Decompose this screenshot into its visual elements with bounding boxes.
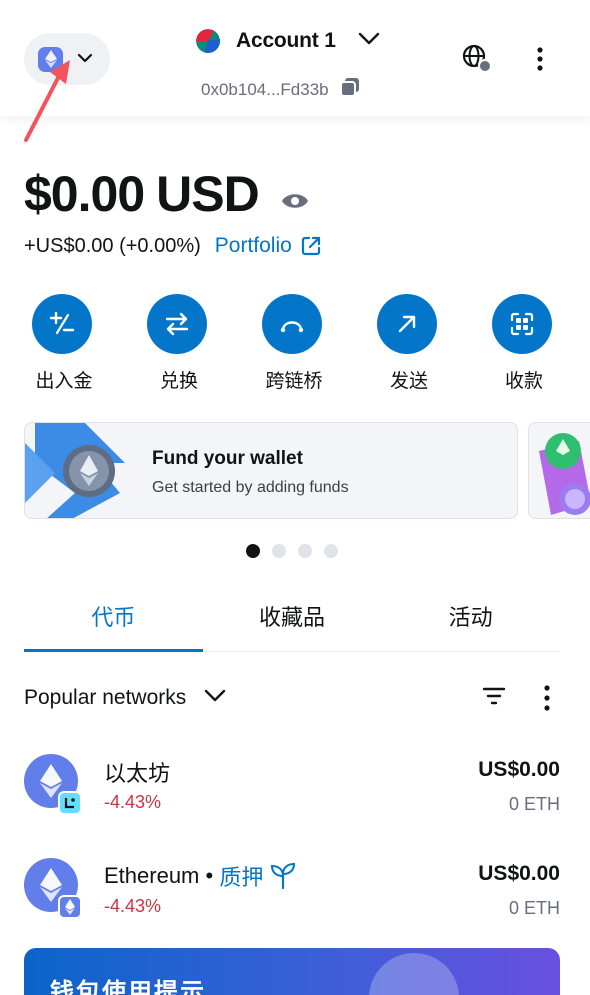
wallet-tips-banner[interactable]: 钱包使用提示 bbox=[24, 948, 560, 995]
plus-minus-icon bbox=[32, 294, 92, 354]
card-subtitle: Get started by adding funds bbox=[152, 479, 349, 496]
tab-tokens[interactable]: 代币 bbox=[24, 596, 203, 652]
token-row[interactable]: 以太坊 -4.43% US$0.00 0 ETH bbox=[24, 746, 564, 816]
stake-label: 质押 bbox=[219, 865, 264, 890]
carousel-dots bbox=[246, 544, 338, 558]
carousel-dot[interactable] bbox=[246, 544, 260, 558]
network-filter-button[interactable]: Popular networks bbox=[24, 686, 186, 710]
token-amount: 0 ETH bbox=[508, 898, 560, 918]
buy-sell-button[interactable]: 出入金 bbox=[24, 294, 104, 393]
external-link-icon bbox=[301, 236, 320, 256]
sprout-icon bbox=[271, 863, 296, 889]
chevron-down-icon bbox=[358, 32, 380, 51]
account-picker-button[interactable]: Account 1 bbox=[196, 26, 380, 56]
promo-illustration bbox=[539, 433, 590, 515]
eye-icon[interactable] bbox=[281, 164, 309, 224]
receive-button[interactable]: 收款 bbox=[484, 294, 564, 393]
annotation-arrow-icon bbox=[24, 60, 70, 142]
token-value: US$0.00 bbox=[478, 758, 560, 781]
fund-wallet-illustration bbox=[25, 423, 125, 518]
token-name: Ethereum • bbox=[104, 863, 220, 888]
action-bar: 出入金 兑换 跨链桥 发送 收款 bbox=[24, 294, 564, 393]
swap-button[interactable]: 兑换 bbox=[139, 294, 219, 393]
next-promo-card[interactable] bbox=[528, 422, 590, 519]
carousel-dot[interactable] bbox=[324, 544, 338, 558]
balance-change: +US$0.00 (+0.00%) bbox=[24, 234, 201, 257]
action-label: 跨链桥 bbox=[265, 371, 323, 392]
network-filter-row: Popular networks bbox=[24, 682, 564, 714]
token-amount: 0 ETH bbox=[508, 794, 560, 814]
token-change: -4.43% bbox=[104, 896, 162, 916]
stake-link[interactable]: 质押 bbox=[219, 860, 297, 892]
app-header: Account 1 0x0b104...Fd33b bbox=[0, 0, 590, 116]
account-address[interactable]: 0x0b104...Fd33b bbox=[201, 76, 361, 103]
account-avatar bbox=[196, 29, 220, 53]
receive-qr-icon bbox=[492, 294, 552, 354]
fund-wallet-card[interactable]: Fund your wallet Get started by adding f… bbox=[24, 422, 518, 519]
connected-sites-globe-icon[interactable] bbox=[462, 44, 492, 74]
total-balance: $0.00 USD bbox=[24, 164, 309, 224]
swap-icon bbox=[147, 294, 207, 354]
portfolio-link[interactable]: Portfolio bbox=[215, 234, 322, 258]
token-change: -4.43% bbox=[104, 792, 162, 812]
action-label: 收款 bbox=[504, 371, 543, 392]
token-name: 以太坊 bbox=[104, 761, 171, 786]
balance-amount: $0.00 bbox=[24, 166, 145, 222]
more-options-icon[interactable] bbox=[530, 46, 550, 72]
action-label: 兑换 bbox=[159, 371, 198, 392]
balance-change-row: +US$0.00 (+0.00%) Portfolio bbox=[24, 234, 322, 258]
asset-tabs: 代币 收藏品 活动 bbox=[24, 596, 560, 652]
sort-filter-icon[interactable] bbox=[482, 686, 506, 711]
tips-title: 钱包使用提示 bbox=[50, 979, 206, 995]
portfolio-label: Portfolio bbox=[214, 234, 292, 257]
balance-currency: USD bbox=[156, 166, 260, 222]
send-button[interactable]: 发送 bbox=[369, 294, 449, 393]
token-row[interactable]: Ethereum • 质押 -4.43% US$0.00 0 ETH bbox=[24, 850, 564, 920]
token-name-row: Ethereum • 质押 bbox=[104, 860, 297, 892]
more-options-icon[interactable] bbox=[540, 684, 554, 717]
carousel-dot[interactable] bbox=[298, 544, 312, 558]
address-text: 0x0b104...Fd33b bbox=[201, 79, 329, 99]
send-arrow-icon bbox=[377, 294, 437, 354]
bridge-icon bbox=[262, 294, 322, 354]
account-name: Account 1 bbox=[236, 29, 336, 52]
action-label: 发送 bbox=[389, 371, 428, 392]
ethereum-badge-icon bbox=[58, 895, 82, 919]
bridge-button[interactable]: 跨链桥 bbox=[254, 294, 334, 393]
carousel-dot[interactable] bbox=[272, 544, 286, 558]
token-value: US$0.00 bbox=[478, 862, 560, 885]
chevron-down-icon[interactable] bbox=[204, 689, 226, 708]
tab-activity[interactable]: 活动 bbox=[381, 596, 560, 651]
linea-badge-icon bbox=[58, 791, 82, 815]
tab-collectibles[interactable]: 收藏品 bbox=[203, 596, 382, 651]
card-title: Fund your wallet bbox=[152, 448, 303, 469]
tips-illustration bbox=[369, 953, 459, 995]
copy-icon[interactable] bbox=[339, 76, 361, 103]
action-label: 出入金 bbox=[35, 371, 93, 392]
